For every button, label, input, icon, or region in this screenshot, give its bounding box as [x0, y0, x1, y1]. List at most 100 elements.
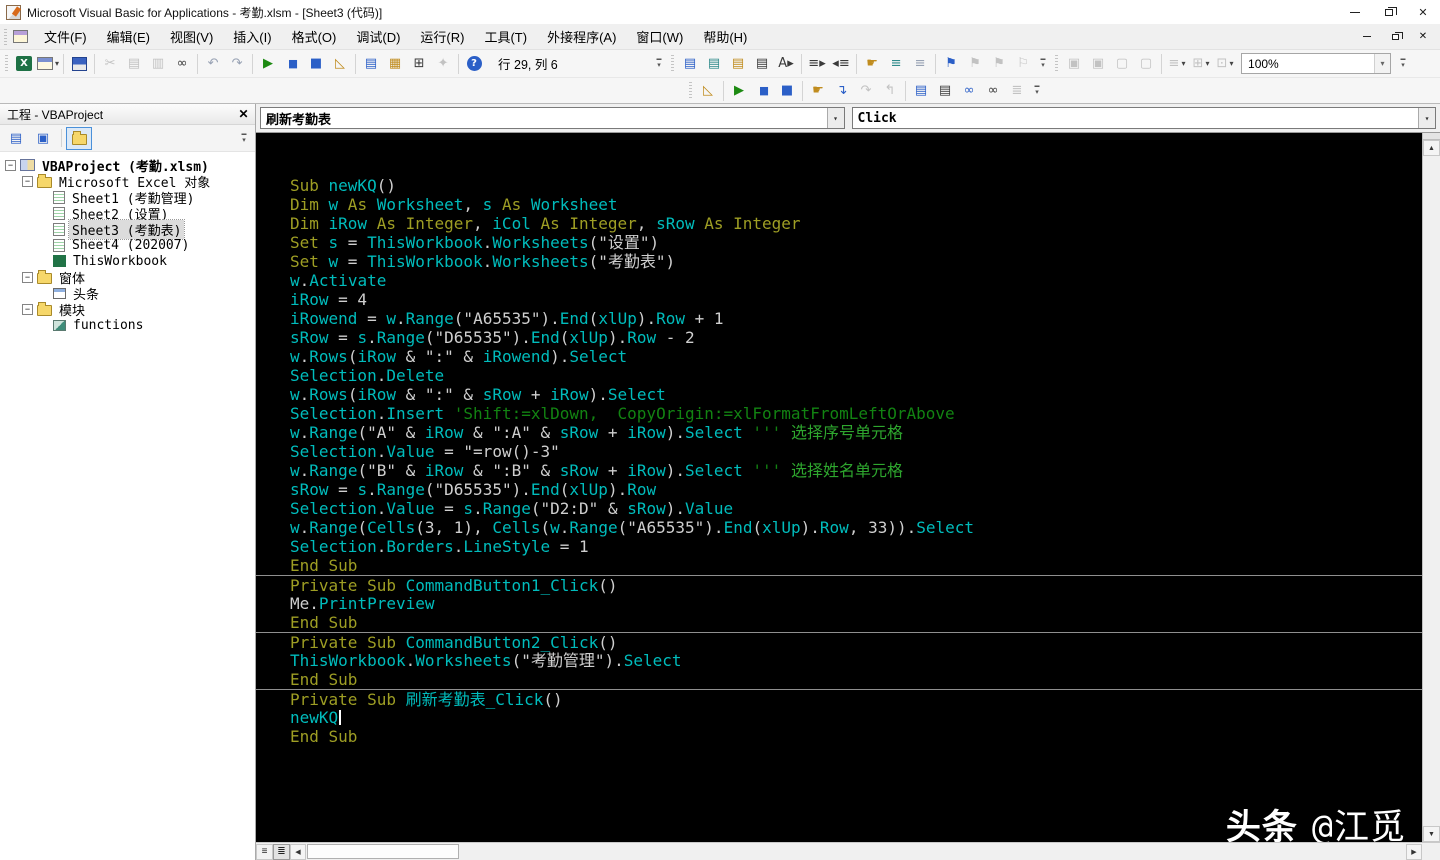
save-button[interactable] — [67, 52, 91, 76]
code-line[interactable]: Selection.Value = s.Range("D2:D" & sRow)… — [290, 499, 1422, 518]
code-line[interactable]: w.Range(Cells(3, 1), Cells(w.Range("A655… — [290, 518, 1422, 537]
quick-info-button[interactable]: ▤ — [726, 52, 750, 76]
code-area[interactable]: Sub newKQ() Dim w As Worksheet, s As Work… — [256, 133, 1422, 842]
expand-collapse-icon[interactable]: − — [22, 303, 33, 315]
tree-item-forms-folder[interactable]: − 窗体 — [3, 269, 255, 287]
toolbar-overflow-button[interactable]: ▾ — [1031, 85, 1043, 96]
toolbar-overflow-button[interactable]: ▾ — [653, 58, 665, 69]
toolbar-overflow-button[interactable]: ▾ — [1037, 58, 1049, 69]
child-restore-button[interactable] — [1388, 30, 1403, 44]
toolbar-overflow-button[interactable]: ▾ — [1397, 58, 1409, 69]
expand-collapse-icon[interactable]: − — [22, 271, 33, 283]
menu-item-debug[interactable]: 调试(D) — [346, 24, 410, 49]
vertical-scrollbar[interactable]: ▲ ▼ — [1422, 133, 1440, 842]
expand-collapse-icon[interactable]: − — [22, 175, 33, 187]
code-line[interactable]: w.Activate — [290, 271, 1422, 290]
immediate-window-button[interactable]: ▤ — [933, 79, 957, 103]
close-button[interactable]: ✕ — [1406, 0, 1440, 24]
code-line[interactable]: Dim w As Worksheet, s As Worksheet — [290, 195, 1422, 214]
menubar-grip[interactable] — [4, 28, 7, 45]
procedure-view-button[interactable]: ≡ — [256, 843, 273, 860]
code-line[interactable]: Private Sub CommandButton1_Click() — [256, 575, 1422, 595]
code-window-icon[interactable] — [13, 30, 28, 43]
code-line[interactable]: iRow = 4 — [290, 290, 1422, 309]
code-line[interactable]: Selection.Borders.LineStyle = 1 — [290, 537, 1422, 556]
code-line[interactable]: End Sub — [290, 727, 1422, 746]
code-line[interactable]: End Sub — [290, 670, 1422, 689]
object-dropdown[interactable]: 刷新考勤表 ▾ — [260, 107, 845, 129]
tree-item-modules-folder[interactable]: − 模块 — [3, 301, 255, 319]
complete-word-button[interactable]: A▸ — [774, 52, 798, 76]
child-minimize-button[interactable] — [1360, 30, 1374, 44]
code-line[interactable]: w.Range("A" & iRow & ":A" & sRow + iRow)… — [290, 423, 1422, 442]
full-module-view-button[interactable]: ≣ — [273, 843, 290, 860]
locals-window-button[interactable]: ▤ — [909, 79, 933, 103]
view-microsoft-excel-button[interactable]: X — [12, 52, 36, 76]
insert-userform-button[interactable] — [36, 52, 60, 76]
code-line[interactable]: w.Range("B" & iRow & ":B" & sRow + iRow)… — [290, 461, 1422, 480]
toolbar-grip[interactable] — [1055, 54, 1059, 73]
redo-button[interactable]: ↷ — [225, 52, 249, 76]
code-line[interactable]: Selection.Delete — [290, 366, 1422, 385]
menu-item-format[interactable]: 格式(O) — [282, 24, 347, 49]
code-line[interactable]: sRow = s.Range("D65535").End(xlUp).Row -… — [290, 328, 1422, 347]
project-explorer-close-button[interactable]: ✕ — [235, 107, 252, 122]
reset-button[interactable]: ■ — [304, 52, 328, 76]
code-line[interactable]: w.Rows(iRow & ":" & iRowend).Select — [290, 347, 1422, 366]
help-button[interactable]: ? — [462, 52, 486, 76]
scroll-left-button[interactable]: ◀ — [290, 843, 306, 860]
menu-item-file[interactable]: 文件(F) — [34, 24, 97, 49]
project-toolbar-overflow-button[interactable]: ▾ — [238, 133, 250, 144]
tree-item-thisworkbook[interactable]: ThisWorkbook — [3, 253, 255, 269]
object-browser-button[interactable]: ⊞ — [407, 52, 431, 76]
menu-item-run[interactable]: 运行(R) — [410, 24, 474, 49]
uncomment-block-button[interactable]: ≡ — [908, 52, 932, 76]
list-constants-button[interactable]: ▤ — [702, 52, 726, 76]
project-explorer-button[interactable]: ▤ — [359, 52, 383, 76]
menu-item-addins[interactable]: 外接程序(A) — [537, 24, 626, 49]
code-line[interactable]: Set s = ThisWorkbook.Worksheets("设置") — [290, 233, 1422, 252]
list-properties-button[interactable]: ▤ — [678, 52, 702, 76]
parameter-info-button[interactable]: ▤ — [750, 52, 774, 76]
design-mode-button[interactable]: ◺ — [328, 52, 352, 76]
watch-window-button[interactable]: ∞ — [957, 79, 981, 103]
code-line[interactable]: Sub newKQ() — [290, 176, 1422, 195]
comment-block-button[interactable]: ≡ — [884, 52, 908, 76]
vertical-scroll-track[interactable] — [1423, 156, 1440, 826]
tree-item-module-functions[interactable]: functions — [3, 317, 255, 333]
toggle-folders-button[interactable] — [66, 126, 92, 150]
code-line[interactable]: End Sub — [290, 613, 1422, 632]
chevron-down-icon[interactable]: ▾ — [1374, 54, 1391, 73]
scroll-up-button[interactable]: ▲ — [1423, 140, 1440, 156]
minimize-button[interactable] — [1338, 0, 1372, 24]
tree-item-sheet4[interactable]: Sheet4 (202007) — [3, 237, 255, 253]
toggle-bookmark-button[interactable]: ⚑ — [939, 52, 963, 76]
break-button-2[interactable]: ▮▮ — [751, 79, 775, 103]
code-line[interactable]: w.Rows(iRow & ":" & sRow + iRow).Select — [290, 385, 1422, 404]
reset-button-2[interactable]: ■ — [775, 79, 799, 103]
chevron-down-icon[interactable]: ▾ — [826, 108, 844, 128]
event-dropdown[interactable]: Click ▾ — [851, 107, 1436, 129]
menu-item-help[interactable]: 帮助(H) — [693, 24, 757, 49]
code-line[interactable]: Set w = ThisWorkbook.Worksheets("考勤表") — [290, 252, 1422, 271]
design-mode-button-2[interactable]: ◺ — [696, 79, 720, 103]
code-line[interactable]: End Sub — [290, 556, 1422, 575]
expand-collapse-icon[interactable]: − — [5, 159, 16, 171]
menu-item-tools[interactable]: 工具(T) — [474, 24, 537, 49]
scroll-down-button[interactable]: ▼ — [1423, 826, 1440, 842]
code-line[interactable]: iRowend = w.Range("A65535").End(xlUp).Ro… — [290, 309, 1422, 328]
chevron-down-icon[interactable]: ▾ — [1418, 108, 1435, 128]
quick-watch-button[interactable]: ∞ — [981, 79, 1005, 103]
tree-item-form-toutiao[interactable]: 头条 — [3, 285, 255, 303]
toolbar-grip[interactable] — [5, 54, 8, 73]
toolbar-grip[interactable] — [689, 81, 692, 100]
tree-item-sheet3[interactable]: Sheet3 (考勤表) — [3, 218, 255, 240]
code-line[interactable]: Selection.Insert 'Shift:=xlDown, CopyOri… — [290, 404, 1422, 423]
code-line[interactable]: Me.PrintPreview — [290, 594, 1422, 613]
child-close-button[interactable]: ✕ — [1416, 30, 1430, 44]
code-line[interactable]: Private Sub 刷新考勤表_Click() — [256, 689, 1422, 709]
outdent-button[interactable]: ◂≡ — [829, 52, 853, 76]
run-button-2[interactable]: ▶ — [727, 79, 751, 103]
menu-item-insert[interactable]: 插入(I) — [223, 24, 281, 49]
code-line[interactable]: Private Sub CommandButton2_Click() — [256, 632, 1422, 652]
